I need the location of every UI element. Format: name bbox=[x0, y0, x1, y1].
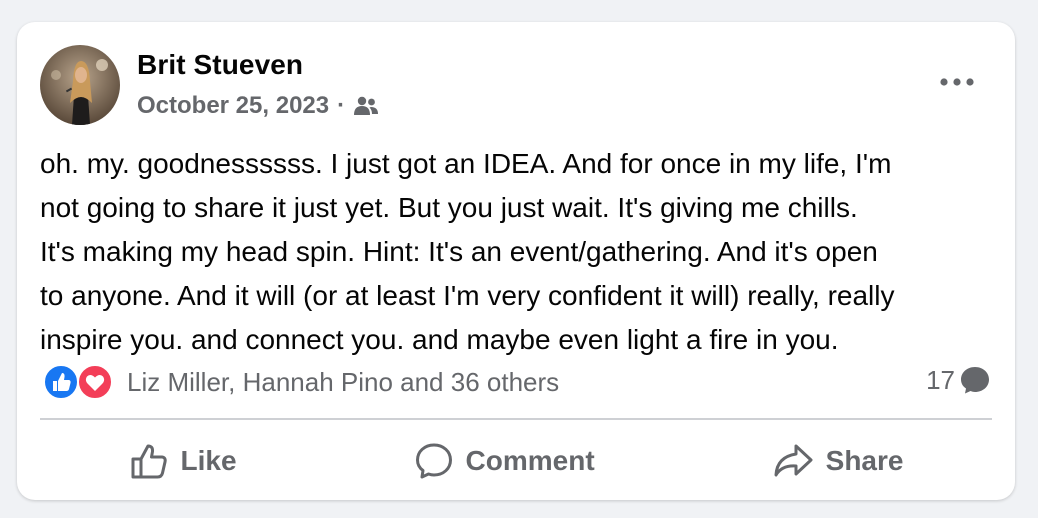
more-options-icon bbox=[940, 78, 974, 86]
meta-separator: · bbox=[337, 92, 346, 119]
like-label: Like bbox=[180, 445, 237, 476]
post-actions: Like Comment Share bbox=[40, 426, 992, 496]
author-name[interactable]: Brit Stueven bbox=[137, 49, 303, 81]
like-reaction-icon bbox=[43, 364, 79, 400]
friends-icon[interactable] bbox=[353, 95, 379, 117]
like-button[interactable]: Like bbox=[111, 433, 255, 489]
actions-divider bbox=[40, 418, 992, 420]
post-meta: October 25, 2023 · bbox=[137, 92, 379, 120]
post-date[interactable]: October 25, 2023 bbox=[137, 92, 329, 120]
reactions-names[interactable]: Liz Miller, Hannah Pino and 36 others bbox=[127, 367, 559, 398]
author-avatar[interactable] bbox=[40, 45, 120, 125]
comment-label: Comment bbox=[465, 445, 595, 476]
thumbs-up-icon bbox=[131, 444, 167, 479]
comment-icon bbox=[415, 443, 452, 479]
comments-count-number: 17 bbox=[926, 364, 955, 395]
post-card: Brit Stueven October 25, 2023 · oh. my. … bbox=[17, 22, 1015, 500]
love-reaction-icon bbox=[77, 364, 113, 400]
share-label: Share bbox=[825, 445, 904, 476]
reactions-summary[interactable]: Liz Miller, Hannah Pino and 36 others bbox=[43, 364, 559, 400]
post-text: oh. my. goodnessssss. I just got an IDEA… bbox=[40, 148, 895, 355]
more-options-button[interactable] bbox=[935, 68, 979, 96]
share-button[interactable]: Share bbox=[754, 433, 922, 489]
comments-count[interactable]: 17 bbox=[926, 364, 991, 396]
comment-bubble-icon bbox=[961, 367, 989, 394]
comment-button[interactable]: Comment bbox=[396, 433, 613, 489]
share-arrow-icon bbox=[774, 444, 813, 477]
